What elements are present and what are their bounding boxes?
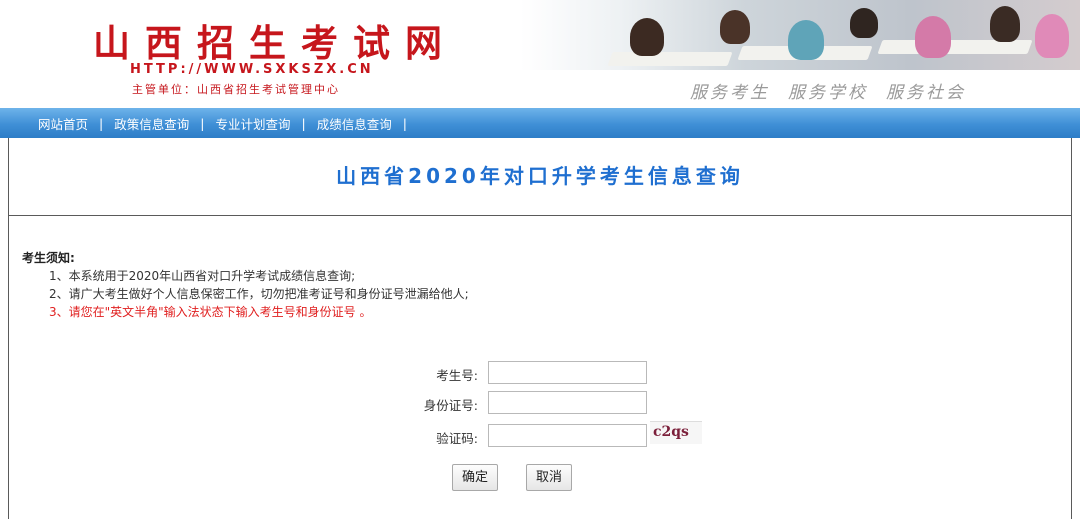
exam-room-banner-image <box>520 0 1080 70</box>
page-title-bar: 山西省2020年对口升学考生信息查询 <box>9 138 1071 216</box>
exam-number-input[interactable] <box>488 361 647 384</box>
content-panel: 山西省2020年对口升学考生信息查询 <box>8 138 1072 519</box>
slogan-society: 服务社会 <box>886 83 966 103</box>
cancel-button[interactable]: 取消 <box>526 464 572 491</box>
exam-number-row: 考生号: <box>0 361 1080 385</box>
id-number-input[interactable] <box>488 391 647 414</box>
nav-separator: | <box>99 115 104 131</box>
notice-item: 1、本系统用于2020年山西省对口升学考试成绩信息查询; <box>49 269 356 283</box>
exam-number-label: 考生号: <box>436 368 478 383</box>
site-header: 山西招生考试网 HTTP://WWW.SXKSZX.CN 主管单位：山西省招生考… <box>0 0 1080 108</box>
nav-major-plan-query[interactable]: 专业计划查询 <box>215 114 290 133</box>
nav-score-query[interactable]: 成绩信息查询 <box>317 114 392 133</box>
nav-policy-query[interactable]: 政策信息查询 <box>114 114 189 133</box>
submit-button[interactable]: 确定 <box>452 464 498 491</box>
notice-item: 2、请广大考生做好个人信息保密工作，切勿把准考证号和身份证号泄漏给他人; <box>49 287 469 301</box>
nav-separator: | <box>402 115 407 131</box>
site-title: 山西招生考试网 <box>93 21 457 65</box>
site-url: HTTP://WWW.SXKSZX.CN <box>130 62 374 77</box>
slogan-candidates: 服务考生 <box>690 83 770 103</box>
nav-separator: | <box>200 115 205 131</box>
captcha-label: 验证码: <box>436 431 478 446</box>
notice-item-warning: 3、请您在"英文半角"输入法状态下输入考生号和身份证号 。 <box>49 305 372 319</box>
organizer-text: 主管单位：山西省招生考试管理中心 <box>132 83 340 96</box>
captcha-row: 验证码: c2qs <box>0 421 1080 448</box>
captcha-input[interactable] <box>488 424 647 447</box>
notice-title: 考生须知: <box>22 251 75 265</box>
page-title: 山西省2020年对口升学考生信息查询 <box>336 164 744 188</box>
slogans: 服务考生 服务学校 服务社会 <box>690 78 966 103</box>
main-nav: 网站首页 | 政策信息查询 | 专业计划查询 | 成绩信息查询 | <box>0 108 1080 138</box>
captcha-image[interactable]: c2qs <box>650 421 702 444</box>
nav-separator: | <box>301 115 306 131</box>
id-number-label: 身份证号: <box>423 398 478 413</box>
nav-home[interactable]: 网站首页 <box>38 114 88 133</box>
slogan-schools: 服务学校 <box>788 83 868 103</box>
notice-section: 考生须知: 1、本系统用于2020年山西省对口升学考试成绩信息查询; 2、请广大… <box>22 249 469 321</box>
id-number-row: 身份证号: <box>0 391 1080 415</box>
